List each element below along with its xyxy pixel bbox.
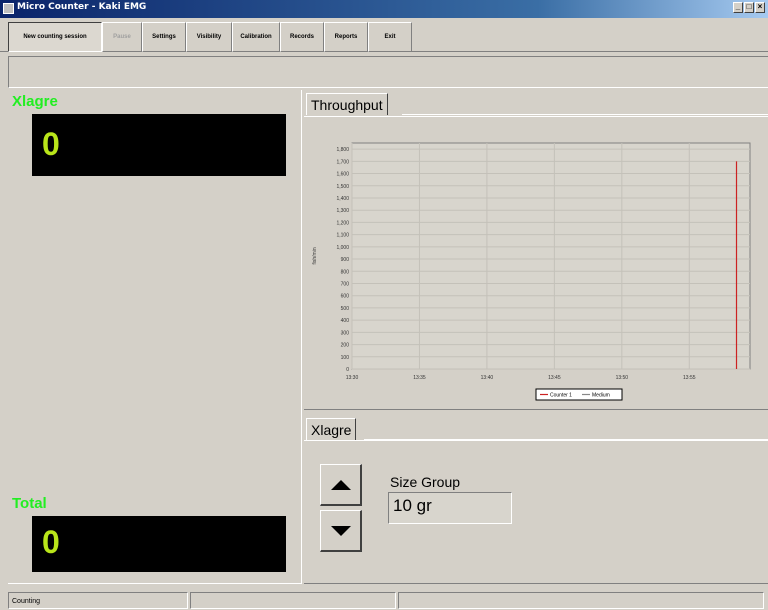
y-tick-label: 0: [346, 367, 349, 373]
xlagre-counter-label: Xlagre: [12, 93, 58, 110]
xlagre-panel: [304, 440, 768, 584]
y-tick-label: 1,800: [336, 147, 349, 153]
y-tick-label: 500: [341, 306, 350, 312]
y-tick-label: 1,300: [336, 208, 349, 214]
y-tick-label: 900: [341, 257, 350, 263]
y-tick-label: 800: [341, 269, 350, 275]
y-tick-label: 1,400: [336, 196, 349, 202]
arrow-up-icon: [330, 479, 351, 490]
y-tick-label: 300: [341, 330, 350, 336]
new-counting-session-button[interactable]: New counting session: [8, 22, 102, 52]
x-tick-label: 13:35: [413, 375, 426, 381]
xlagre-counter-display: [32, 114, 286, 176]
y-tick-label: 400: [341, 318, 350, 324]
maximize-button[interactable]: □: [744, 2, 754, 13]
settings-button[interactable]: Settings: [142, 22, 186, 52]
info-strip: [8, 56, 768, 88]
window-controls: _ □ ×: [733, 2, 765, 13]
y-tick-label: 1,500: [336, 184, 349, 190]
status-pane-2: [190, 592, 396, 609]
tab-throughput[interactable]: Throughput: [306, 93, 388, 115]
exit-button[interactable]: Exit: [368, 22, 412, 52]
size-up-button[interactable]: [320, 464, 362, 506]
status-pane-3: [398, 592, 764, 609]
title-bar: Micro Counter - Kaki EMG _ □ ×: [0, 0, 768, 18]
app-icon: [3, 3, 14, 14]
records-button[interactable]: Records: [280, 22, 324, 52]
arrow-down-icon: [330, 525, 351, 536]
total-counter-display: [32, 516, 286, 572]
x-tick-label: 13:40: [481, 375, 494, 381]
x-tick-label: 13:45: [548, 375, 561, 381]
y-tick-label: 1,200: [336, 220, 349, 226]
tab-xlagre[interactable]: Xlagre: [306, 418, 357, 440]
total-counter-label: Total: [12, 495, 47, 512]
window-title: Micro Counter - Kaki EMG: [17, 2, 147, 12]
x-tick-label: 13:55: [683, 375, 696, 381]
pause-button[interactable]: Pause: [102, 22, 142, 52]
size-group-field: 10 gr: [388, 492, 512, 524]
y-tick-label: 1,100: [336, 233, 349, 239]
y-tick-label: 700: [341, 281, 350, 287]
y-tick-label: 1,000: [336, 245, 349, 251]
minimize-button[interactable]: _: [733, 2, 743, 13]
tab-strip-line: [402, 114, 768, 115]
reports-button[interactable]: Reports: [324, 22, 368, 52]
y-tick-label: 100: [341, 355, 350, 361]
calibration-button[interactable]: Calibration: [232, 22, 280, 52]
legend-entry: Counter 1: [550, 393, 572, 399]
y-tick-label: 600: [341, 294, 350, 300]
visibility-button[interactable]: Visibility: [186, 22, 232, 52]
xlagre-counter-value: 0: [42, 126, 60, 162]
y-tick-label: 1,600: [336, 172, 349, 178]
plot-area: [351, 142, 751, 370]
size-group-label: Size Group: [390, 474, 461, 490]
y-tick-label: 200: [341, 343, 350, 349]
status-bar: Counting: [0, 590, 768, 610]
legend-entry: Medium: [592, 393, 610, 399]
total-counter-value: 0: [42, 524, 60, 560]
y-axis-label: fish/min: [312, 247, 318, 264]
status-pane-mode: Counting: [8, 592, 188, 609]
x-tick-label: 13:50: [616, 375, 629, 381]
y-tick-label: 1,700: [336, 159, 349, 165]
size-down-button[interactable]: [320, 510, 362, 552]
x-tick-label: 13:30: [346, 375, 359, 381]
close-button[interactable]: ×: [755, 2, 765, 13]
throughput-chart-panel: 0 100 200 300 400 500 600 700 800 900 1,000 1,100 1,…: [304, 116, 768, 410]
throughput-chart: 0 100 200 300 400 500 600 700 800 900 1,000 1,100 1,…: [312, 142, 751, 401]
